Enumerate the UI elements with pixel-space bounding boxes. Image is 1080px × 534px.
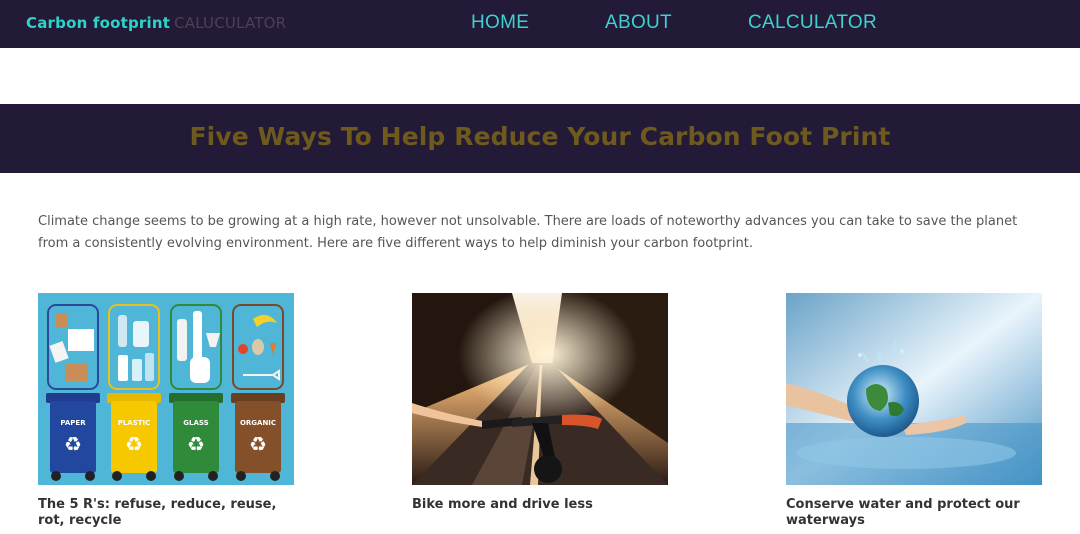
bin-label-organic: ORGANIC: [240, 419, 276, 427]
tip-caption: Bike more and drive less: [412, 497, 593, 512]
nav-home-link[interactable]: HOME: [471, 12, 529, 34]
recycling-bins-illustration: PAPER PLASTIC GLASS ORGANIC ♻ ♻ ♻ ♻: [38, 293, 294, 485]
recycle-icon: ♻: [249, 432, 267, 456]
section-banner: Five Ways To Help Reduce Your Carbon Foo…: [0, 104, 1080, 173]
section-title: Five Ways To Help Reduce Your Carbon Foo…: [189, 122, 891, 151]
recycle-icon: ♻: [64, 432, 82, 456]
water-globe-image: [786, 293, 1042, 485]
nav-calculator-link[interactable]: CALCULATOR: [748, 12, 877, 34]
bike-road-photo: [412, 293, 668, 485]
recycle-icon: ♻: [125, 432, 143, 456]
nav-about-link[interactable]: ABOUT: [605, 12, 672, 34]
intro-paragraph: Climate change seems to be growing at a …: [38, 214, 1018, 251]
tip-card-recycle: PAPER PLASTIC GLASS ORGANIC ♻ ♻ ♻ ♻ The …: [38, 293, 294, 529]
bin-label-glass: GLASS: [183, 419, 208, 427]
main-nav: HOME ABOUT CALCULATOR: [0, 12, 1080, 36]
bin-label-paper: PAPER: [60, 419, 86, 427]
tip-card-bike: Bike more and drive less: [412, 293, 668, 513]
tip-caption: The 5 R's: refuse, reduce, reuse, rot, r…: [38, 497, 277, 528]
recycling-bins-image: PAPER PLASTIC GLASS ORGANIC ♻ ♻ ♻ ♻: [38, 293, 294, 485]
top-navbar: Carbon footprint CALUCULATOR HOME ABOUT C…: [0, 0, 1080, 48]
recycle-icon: ♻: [187, 432, 205, 456]
tip-card-water: Conserve water and protect our waterways: [786, 293, 1042, 529]
bin-label-plastic: PLASTIC: [118, 419, 151, 427]
tip-caption: Conserve water and protect our waterways: [786, 497, 1020, 528]
water-globe-photo: [786, 293, 1042, 485]
bike-road-image: [412, 293, 668, 485]
